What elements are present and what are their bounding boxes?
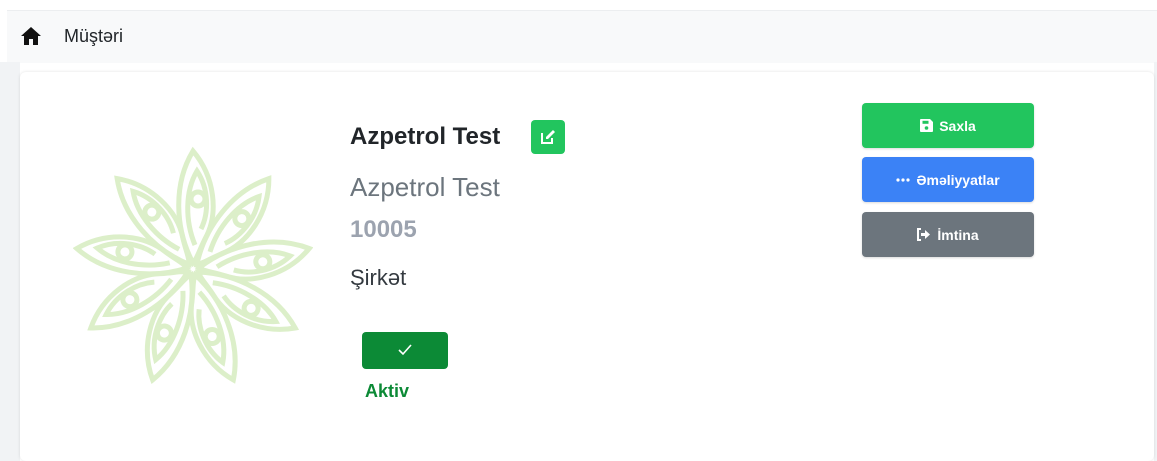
- status-label: Aktiv: [365, 381, 410, 401]
- company-type: Şirkət: [350, 265, 407, 290]
- company-code: 10005: [350, 216, 417, 243]
- edit-icon: [541, 130, 555, 144]
- cancel-button-label: İmtina: [937, 226, 979, 243]
- page-side-background: [0, 62, 20, 461]
- status-toggle[interactable]: [362, 332, 448, 369]
- company-title: Azpetrol Test: [350, 123, 501, 150]
- ellipsis-icon: [896, 177, 910, 182]
- azpetrol-flower-logo-icon: [73, 146, 313, 402]
- operations-button[interactable]: Əməliyyatlar: [862, 157, 1034, 202]
- operations-button-label: Əməliyyatlar: [916, 171, 1000, 188]
- breadcrumb-item-customer[interactable]: Müştəri: [64, 25, 123, 47]
- check-icon: [398, 344, 412, 356]
- edit-button[interactable]: [531, 120, 565, 154]
- page: Müştəri Azpetrol Test Azpetrol Test 1000…: [0, 0, 1157, 461]
- breadcrumb: Müştəri: [7, 10, 1157, 63]
- sign-out-icon: [917, 228, 931, 241]
- save-button-label: Saxla: [939, 117, 976, 134]
- customer-card: Azpetrol Test Azpetrol Test 10005 Şirkət…: [20, 72, 1154, 461]
- cancel-button[interactable]: İmtina: [862, 212, 1034, 257]
- floppy-disk-icon: [920, 119, 934, 132]
- company-subtitle: Azpetrol Test: [350, 172, 500, 202]
- save-button[interactable]: Saxla: [862, 103, 1034, 148]
- home-icon[interactable]: [21, 27, 41, 45]
